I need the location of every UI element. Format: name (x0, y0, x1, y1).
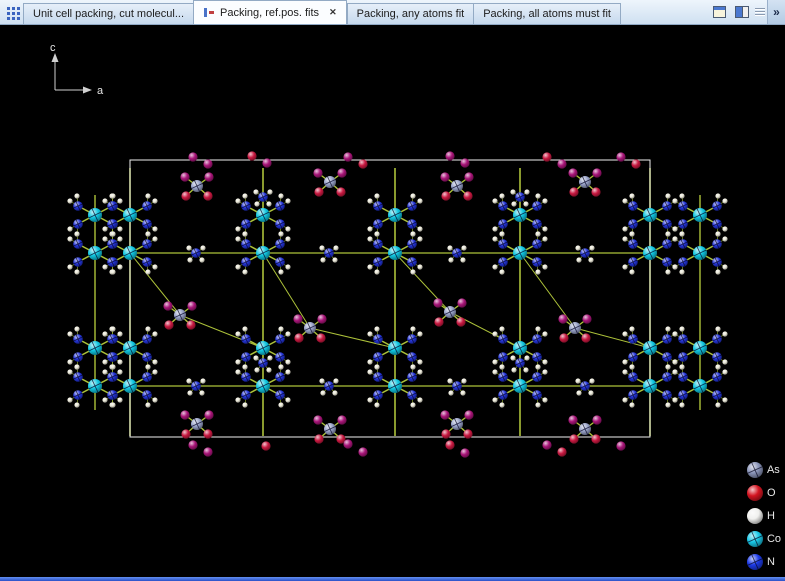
new-window-icon (713, 6, 726, 18)
tab-2[interactable]: Packing, ref.pos. fits ✕ (193, 0, 347, 24)
structure-viewport[interactable]: ca AsOHCoN (0, 25, 785, 577)
unit-cell-outline (130, 160, 650, 437)
structure-svg: ca (0, 25, 785, 577)
tabs-container: Unit cell packing, cut molecul... Packing… (23, 0, 621, 24)
legend-sphere-icon (746, 530, 764, 548)
legend-label: Co (767, 533, 781, 545)
window-bottom-edge (0, 577, 785, 581)
legend-sphere-icon (746, 484, 764, 502)
tab-label: Packing, any atoms fit (357, 8, 465, 20)
legend-label: O (767, 487, 776, 499)
tab-overflow-button[interactable]: » (767, 0, 785, 24)
legend-item-O: O (746, 483, 781, 502)
legend-sphere-icon (746, 553, 764, 571)
tab-label: Packing, all atoms must fit (483, 8, 611, 20)
dock-grid-icon (7, 7, 10, 10)
tab-bar: Unit cell packing, cut molecul... Packing… (0, 0, 785, 25)
tab-4[interactable]: Packing, all atoms must fit (473, 3, 621, 24)
tab-3[interactable]: Packing, any atoms fit (347, 3, 474, 24)
legend-label: H (767, 510, 775, 522)
grip-icon[interactable] (755, 3, 765, 21)
legend-item-As: As (746, 460, 781, 479)
axis-label-c: c (50, 42, 56, 54)
legend-item-N: N (746, 552, 781, 571)
tab-1[interactable]: Unit cell packing, cut molecul... (23, 3, 193, 24)
tile-windows-icon (735, 6, 749, 18)
application-window: Unit cell packing, cut molecul... Packing… (0, 0, 785, 581)
orientation-axes: ca (50, 42, 104, 97)
tab-label: Packing, ref.pos. fits (220, 7, 319, 19)
tab-label: Unit cell packing, cut molecul... (33, 8, 184, 20)
legend-sphere-icon (746, 461, 764, 479)
tab-close-icon[interactable]: ✕ (329, 8, 337, 17)
atom-legend: As OH Co N (746, 460, 781, 571)
fit-icon (203, 7, 215, 18)
atoms-layer[interactable] (67, 151, 727, 457)
tile-windows-button[interactable] (732, 2, 752, 22)
legend-item-Co: Co (746, 529, 781, 548)
legend-label: As (767, 464, 780, 476)
legend-item-H: H (746, 506, 781, 525)
legend-sphere-icon (746, 507, 764, 525)
tabbar-right-controls: » (707, 0, 785, 24)
axis-label-a: a (97, 85, 104, 97)
legend-label: N (767, 556, 775, 568)
new-window-button[interactable] (709, 2, 729, 22)
dock-grid-button[interactable] (2, 2, 22, 22)
